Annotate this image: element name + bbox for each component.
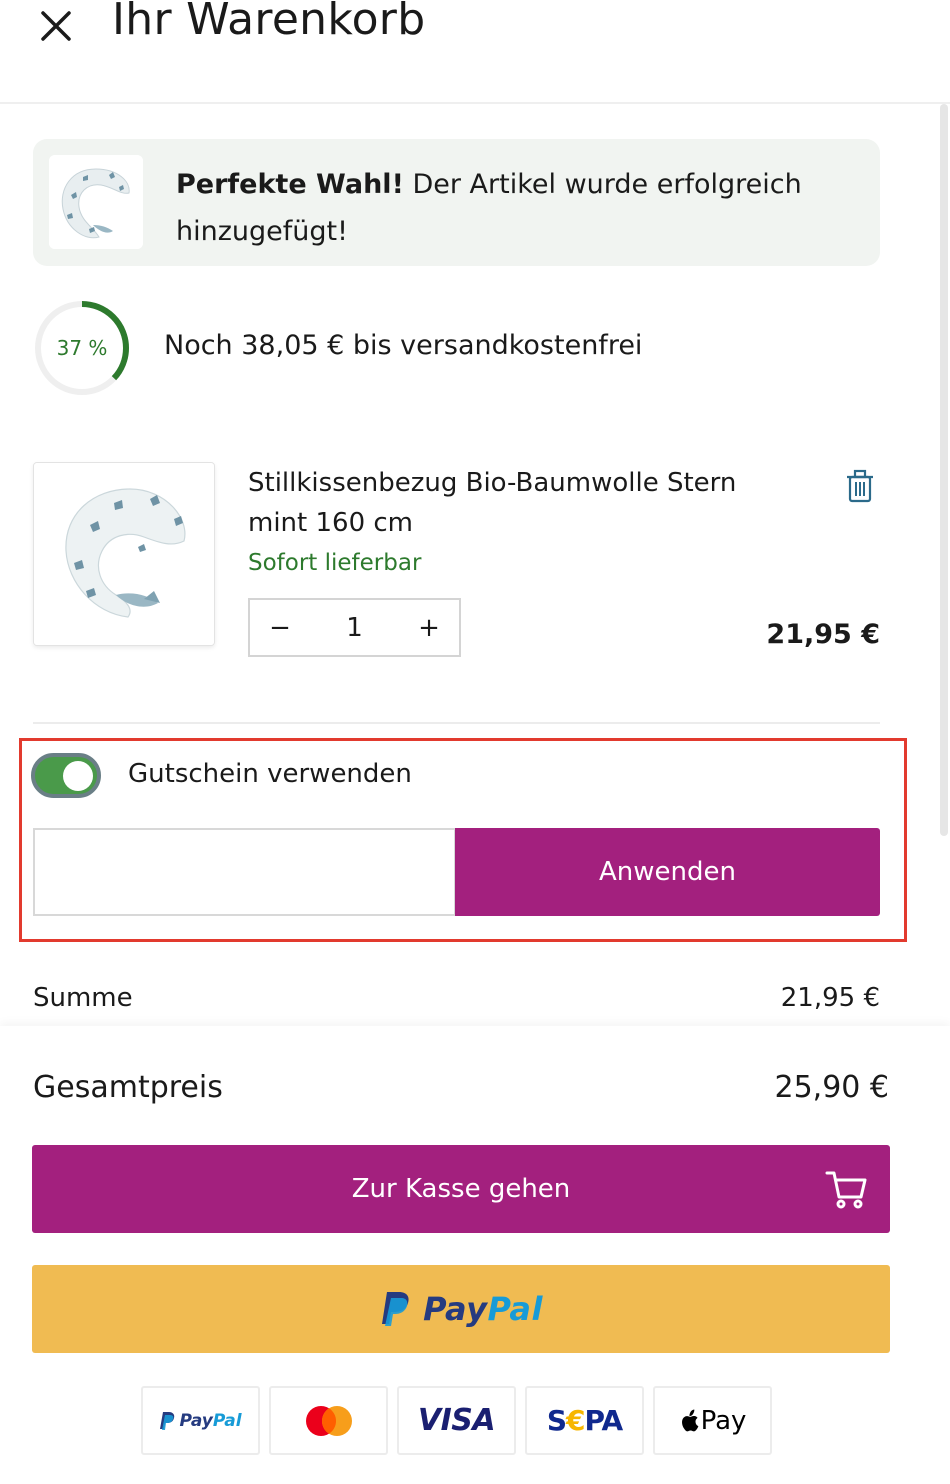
coupon-code-input[interactable] [33,828,456,916]
scrollbar[interactable] [940,104,948,836]
quantity-value[interactable]: 1 [310,613,399,643]
notice-bold: Perfekte Wahl! [176,169,404,200]
paypal-pal: Pal [487,1290,543,1328]
paypal-small-pay: Pay [179,1410,213,1431]
quantity-stepper: − 1 + [248,598,461,657]
paypal-small-wordmark: PayPal [179,1411,241,1431]
sepa-euro: € [566,1404,586,1437]
payment-method-paypal: PayPal [141,1386,260,1455]
decrease-quantity-button[interactable]: − [250,600,310,655]
product-name[interactable]: Stillkissenbezug Bio-Baumwolle Stern min… [248,463,788,543]
remove-item-button[interactable] [840,466,880,506]
increase-quantity-button[interactable]: + [399,600,459,655]
applepay-logo: Pay [679,1405,747,1436]
cart-header: Ihr Warenkorb [0,0,950,104]
mastercard-icon [305,1405,352,1436]
cart-icon [825,1171,867,1209]
paypal-checkout-button[interactable]: PayPal [32,1265,890,1353]
trash-icon [847,469,873,503]
sepa-pa: PA [584,1404,624,1437]
close-icon [41,11,71,41]
payment-method-mastercard [269,1386,388,1455]
divider [33,722,880,724]
checkout-label: Zur Kasse gehen [351,1174,571,1204]
subtotal-label: Summe [33,983,133,1013]
coupon-toggle[interactable] [31,753,101,798]
payment-method-sepa: S€PA [525,1386,644,1455]
applepay-text: Pay [700,1405,747,1436]
coupon-toggle-label: Gutschein verwenden [128,759,412,789]
product-image[interactable] [33,462,215,646]
sepa-logo: S€PA [546,1404,624,1437]
toggle-knob [63,761,93,791]
payment-method-visa: VISA [397,1386,516,1455]
paypal-small-icon [160,1411,175,1430]
free-shipping-text: Noch 38,05 € bis versandkostenfrei [164,330,643,361]
added-to-cart-notice: Perfekte Wahl! Der Artikel wurde erfolgr… [33,139,880,266]
product-price: 21,95 € [766,619,880,650]
apple-icon [681,1409,698,1431]
notice-text: Perfekte Wahl! Der Artikel wurde erfolgr… [176,161,856,255]
paypal-wordmark: PayPal [423,1290,543,1328]
apply-coupon-button[interactable]: Anwenden [455,828,880,916]
payment-methods: PayPal VISA S€PA Pay [141,1386,772,1455]
paypal-pay: Pay [423,1290,488,1328]
sepa-s: S [546,1404,567,1437]
shipping-progress-ring: 37 % [33,299,131,397]
visa-logo: VISA [417,1403,496,1438]
subtotal-value: 21,95 € [780,983,880,1013]
total-label: Gesamtpreis [33,1070,223,1105]
paypal-small-pal: Pal [212,1410,242,1431]
close-button[interactable] [34,4,78,48]
page-title: Ihr Warenkorb [112,0,426,45]
checkout-button[interactable]: Zur Kasse gehen [32,1145,890,1233]
payment-method-applepay: Pay [653,1386,772,1455]
stock-status: Sofort lieferbar [248,550,422,576]
total-value: 25,90 € [774,1070,889,1105]
paypal-logo-icon [382,1292,409,1326]
progress-percent: 37 % [56,336,108,360]
notice-product-thumbnail [49,155,143,249]
